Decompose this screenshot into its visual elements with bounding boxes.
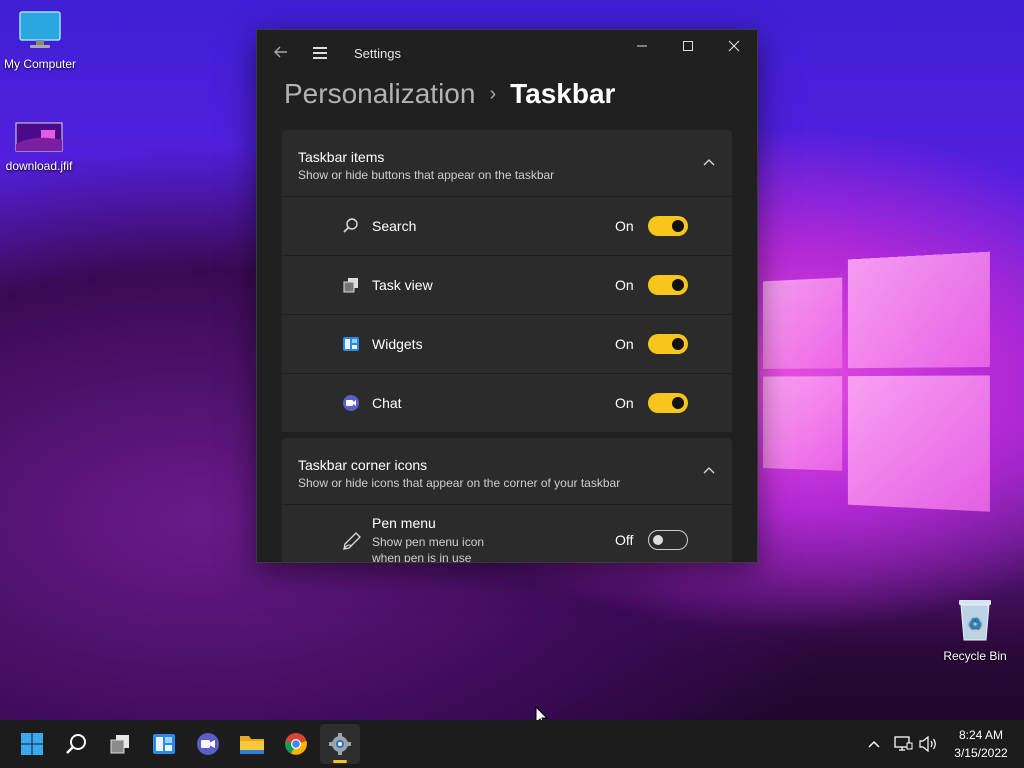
- setting-label: Task view: [372, 277, 433, 293]
- wallpaper-windows-logo: [763, 251, 998, 525]
- maximize-icon: [683, 41, 693, 51]
- chrome-icon: [285, 733, 307, 755]
- breadcrumb: Personalization › Taskbar: [284, 78, 615, 110]
- settings-window: Settings Personalization › Taskbar Taskbar…: [256, 29, 758, 563]
- section-header-taskbar-items[interactable]: Taskbar items Show or hide buttons that …: [282, 130, 732, 196]
- toggle-state-text: On: [615, 395, 634, 411]
- toggle-state-text: On: [615, 336, 634, 352]
- taskbar-task-view-button[interactable]: [100, 724, 140, 764]
- taskbar-file-explorer-button[interactable]: [232, 724, 272, 764]
- setting-sublabel: when pen is in use: [372, 551, 472, 563]
- show-hidden-icons-button[interactable]: [866, 720, 882, 768]
- clock-time: 8:24 AM: [958, 728, 1004, 742]
- chevron-up-icon[interactable]: [702, 155, 716, 169]
- task-view-icon: [343, 278, 358, 293]
- desktop-icon-my-computer[interactable]: My Computer: [0, 10, 80, 71]
- toggle-state-text: Off: [615, 532, 634, 548]
- maximize-button[interactable]: [665, 30, 711, 62]
- clock-date: 3/15/2022: [954, 746, 1008, 760]
- desktop-icon-recycle-bin[interactable]: ♻ Recycle Bin: [935, 598, 1015, 663]
- search-toggle[interactable]: [648, 216, 688, 236]
- taskbar-settings-button[interactable]: [320, 724, 360, 764]
- setting-row-search: Search On: [282, 196, 732, 255]
- section-taskbar-corner-icons: Taskbar corner icons Show or hide icons …: [282, 438, 732, 563]
- taskbar-chat-button[interactable]: [188, 724, 228, 764]
- image-file-icon: [0, 122, 79, 155]
- setting-row-task-view: Task view On: [282, 255, 732, 314]
- close-button[interactable]: [711, 30, 757, 62]
- breadcrumb-personalization[interactable]: Personalization: [284, 78, 475, 109]
- widgets-toggle[interactable]: [648, 334, 688, 354]
- taskbar-widgets-button[interactable]: [144, 724, 184, 764]
- breadcrumb-separator: ›: [489, 83, 497, 105]
- arrow-left-icon: [274, 46, 287, 58]
- search-icon: [66, 734, 86, 754]
- taskbar: 8:24 AM 3/15/2022: [0, 720, 1024, 768]
- settings-icon: [329, 733, 351, 755]
- minimize-icon: [637, 45, 647, 47]
- network-icon: [894, 736, 913, 751]
- section-description: Show or hide buttons that appear on the …: [298, 168, 555, 182]
- desktop-icon-label: My Computer: [3, 57, 77, 71]
- section-heading: Taskbar items: [298, 149, 385, 165]
- setting-label: Search: [372, 218, 417, 234]
- setting-row-chat: Chat On: [282, 373, 732, 432]
- section-heading: Taskbar corner icons: [298, 457, 428, 473]
- volume-icon: [919, 735, 936, 753]
- section-description: Show or hide icons that appear on the co…: [298, 476, 621, 490]
- svg-text:♻: ♻: [968, 614, 982, 633]
- setting-row-pen-menu: Pen menu Show pen menu icon when pen is …: [282, 504, 732, 563]
- volume-button[interactable]: [918, 720, 938, 768]
- close-icon: [728, 40, 740, 52]
- chat-icon: [197, 733, 219, 755]
- back-button[interactable]: [271, 44, 291, 64]
- window-title: Settings: [354, 46, 401, 61]
- task-view-toggle[interactable]: [648, 275, 688, 295]
- section-taskbar-items: Taskbar items Show or hide buttons that …: [282, 130, 732, 432]
- start-button[interactable]: [12, 724, 52, 764]
- taskbar-search-button[interactable]: [56, 724, 96, 764]
- desktop-icon-label: download.jfif: [5, 159, 73, 173]
- chat-icon: [343, 395, 359, 411]
- section-header-taskbar-corner-icons[interactable]: Taskbar corner icons Show or hide icons …: [282, 438, 732, 504]
- toggle-state-text: On: [615, 218, 634, 234]
- network-button[interactable]: [893, 720, 913, 768]
- recycle-bin-icon: ♻: [935, 598, 1015, 645]
- desktop-icon-label: Recycle Bin: [943, 649, 1007, 663]
- pen-icon: [343, 532, 361, 550]
- active-app-indicator: [333, 760, 347, 763]
- chevron-up-icon[interactable]: [702, 463, 716, 477]
- setting-label: Pen menu: [372, 515, 436, 531]
- widgets-icon: [343, 337, 359, 351]
- title-bar: Settings: [257, 30, 757, 78]
- task-view-icon: [110, 735, 129, 754]
- page-title: Taskbar: [510, 78, 616, 109]
- widgets-icon: [153, 734, 175, 754]
- setting-label: Widgets: [372, 336, 423, 352]
- navigation-menu-button[interactable]: [313, 47, 327, 62]
- taskbar-clock[interactable]: 8:24 AM 3/15/2022: [946, 726, 1016, 762]
- minimize-button[interactable]: [619, 30, 665, 62]
- chat-toggle[interactable]: [648, 393, 688, 413]
- pen-menu-toggle[interactable]: [648, 530, 688, 550]
- start-icon: [21, 733, 43, 755]
- toggle-state-text: On: [615, 277, 634, 293]
- desktop-icon-download[interactable]: download.jfif: [0, 122, 79, 173]
- monitor-icon: [0, 10, 80, 53]
- setting-label: Chat: [372, 395, 402, 411]
- setting-row-widgets: Widgets On: [282, 314, 732, 373]
- chevron-up-icon: [868, 741, 880, 748]
- file-explorer-icon: [240, 736, 264, 754]
- setting-sublabel: Show pen menu icon: [372, 535, 485, 549]
- search-icon: [343, 218, 358, 233]
- taskbar-chrome-button[interactable]: [276, 724, 316, 764]
